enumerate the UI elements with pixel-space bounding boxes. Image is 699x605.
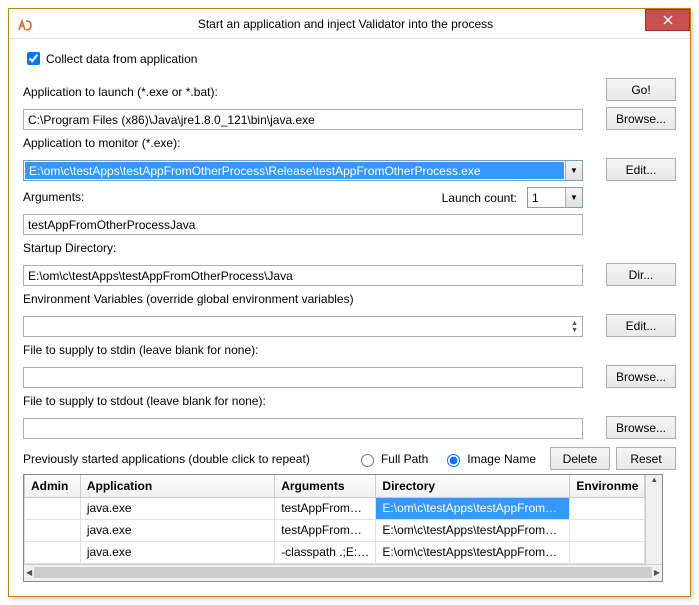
app-monitor-label: Application to monitor (*.exe):: [23, 136, 583, 150]
launch-count-select[interactable]: 1 ▼: [527, 187, 583, 208]
horizontal-scrollbar[interactable]: ◀ ▶: [24, 564, 662, 581]
cell-directory: E:\om\c\testApps\testAppFromOth...: [376, 541, 570, 563]
dir-button[interactable]: Dir...: [606, 263, 676, 286]
browse-stdin-button[interactable]: Browse...: [606, 365, 676, 388]
env-vars-box[interactable]: ▲▼: [23, 316, 583, 337]
cell-environment: [570, 519, 645, 541]
edit-env-button[interactable]: Edit...: [606, 314, 676, 337]
launch-count-label: Launch count:: [442, 191, 517, 205]
prev-apps-table-wrap: Admin Application Arguments Directory En…: [23, 474, 663, 582]
radio-image-name[interactable]: Image Name: [442, 451, 536, 467]
reset-button[interactable]: Reset: [616, 447, 676, 470]
browse-stdout-button[interactable]: Browse...: [606, 416, 676, 439]
cell-arguments: testAppFromOt...: [275, 497, 376, 519]
th-environment[interactable]: Environme: [570, 475, 645, 497]
app-monitor-dropdown[interactable]: E:\om\c\testApps\testAppFromOtherProcess…: [23, 160, 583, 181]
prev-apps-table[interactable]: Admin Application Arguments Directory En…: [24, 475, 645, 564]
collect-data-label: Collect data from application: [46, 52, 197, 66]
stdout-label: File to supply to stdout (leave blank fo…: [23, 394, 583, 408]
arguments-input[interactable]: [23, 214, 583, 235]
app-launch-input[interactable]: [23, 109, 583, 130]
startup-dir-input[interactable]: [23, 265, 583, 286]
app-launch-label: Application to launch (*.exe or *.bat):: [23, 85, 583, 99]
stdin-label: File to supply to stdin (leave blank for…: [23, 343, 583, 357]
app-monitor-value: E:\om\c\testApps\testAppFromOtherProcess…: [25, 162, 564, 179]
th-arguments[interactable]: Arguments: [275, 475, 376, 497]
table-row[interactable]: java.exetestAppFromOt...E:\om\c\testApps…: [25, 519, 645, 541]
cell-environment: [570, 541, 645, 563]
window-title: Start an application and inject Validato…: [41, 17, 690, 31]
radio-image-name-input[interactable]: [447, 454, 460, 467]
launch-count-value: 1: [532, 191, 565, 205]
env-vars-label: Environment Variables (override global e…: [23, 292, 583, 306]
cell-admin: [25, 541, 81, 563]
collect-data-checkbox[interactable]: [27, 52, 40, 65]
cell-admin: [25, 497, 81, 519]
stdout-input[interactable]: [23, 418, 583, 439]
cell-admin: [25, 519, 81, 541]
radio-full-path[interactable]: Full Path: [356, 451, 428, 467]
edit-monitor-button[interactable]: Edit...: [606, 158, 676, 181]
cell-arguments: -classpath .;E:\o...: [275, 541, 376, 563]
collect-data-checkbox-row: Collect data from application: [23, 49, 676, 68]
th-directory[interactable]: Directory: [376, 475, 570, 497]
browse-launch-button[interactable]: Browse...: [606, 107, 676, 130]
dropdown-arrow-icon: ▼: [565, 188, 582, 207]
radio-full-path-input[interactable]: [361, 454, 374, 467]
arguments-label: Arguments:: [23, 190, 432, 204]
close-button[interactable]: [645, 9, 690, 31]
cell-environment: [570, 497, 645, 519]
table-row[interactable]: java.exetestAppFromOt...E:\om\c\testApps…: [25, 497, 645, 519]
prev-apps-caption: Previously started applications (double …: [23, 452, 310, 466]
stdin-input[interactable]: [23, 367, 583, 388]
cell-application: java.exe: [80, 541, 274, 563]
dialog-window: Start an application and inject Validato…: [8, 8, 691, 597]
cell-application: java.exe: [80, 497, 274, 519]
prev-apps-toolbar: Previously started applications (double …: [23, 447, 676, 470]
vertical-scrollbar[interactable]: ▲: [645, 475, 662, 564]
cell-arguments: testAppFromOt...: [275, 519, 376, 541]
app-icon: [17, 16, 33, 32]
titlebar: Start an application and inject Validato…: [9, 9, 690, 39]
cell-application: java.exe: [80, 519, 274, 541]
startup-dir-label: Startup Directory:: [23, 241, 583, 255]
go-button[interactable]: Go!: [606, 78, 676, 101]
cell-directory: E:\om\c\testApps\testAppFromOth...: [376, 519, 570, 541]
th-application[interactable]: Application: [80, 475, 274, 497]
table-row[interactable]: java.exe-classpath .;E:\o...E:\om\c\test…: [25, 541, 645, 563]
delete-button[interactable]: Delete: [550, 447, 610, 470]
th-admin[interactable]: Admin: [25, 475, 81, 497]
dropdown-arrow-icon: ▼: [565, 161, 582, 180]
cell-directory: E:\om\c\testApps\testAppFromOt...: [376, 497, 570, 519]
up-down-icon: ▲▼: [571, 320, 578, 334]
